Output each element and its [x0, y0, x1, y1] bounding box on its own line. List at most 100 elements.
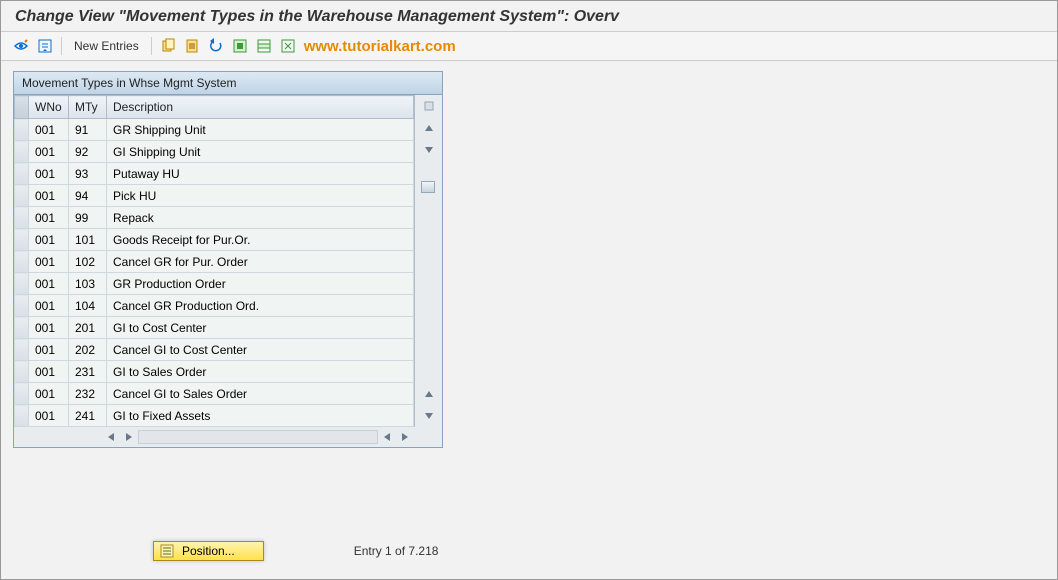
row-selector[interactable] — [15, 317, 29, 339]
cell-desc[interactable]: GI to Sales Order — [107, 361, 414, 383]
scroll-left-icon[interactable] — [102, 428, 120, 446]
vertical-scrollbar[interactable] — [414, 95, 442, 427]
cell-desc[interactable]: GI to Cost Center — [107, 317, 414, 339]
cell-wno[interactable]: 001 — [29, 383, 69, 405]
table-row[interactable]: 001103GR Production Order — [15, 273, 414, 295]
toggle-display-icon[interactable] — [11, 37, 31, 55]
column-description[interactable]: Description — [107, 96, 414, 119]
table-row[interactable]: 001102Cancel GR for Pur. Order — [15, 251, 414, 273]
cell-mty[interactable]: 232 — [69, 383, 107, 405]
scroll-down-step-icon[interactable] — [415, 405, 443, 427]
row-selector[interactable] — [15, 119, 29, 141]
cell-desc[interactable]: Repack — [107, 207, 414, 229]
cell-mty[interactable]: 101 — [69, 229, 107, 251]
copy-as-icon[interactable] — [158, 37, 178, 55]
movement-types-panel: Movement Types in Whse Mgmt System WNo M… — [13, 71, 443, 448]
cell-desc[interactable]: Cancel GR for Pur. Order — [107, 251, 414, 273]
cell-mty[interactable]: 93 — [69, 163, 107, 185]
delete-icon[interactable] — [182, 37, 202, 55]
row-selector[interactable] — [15, 295, 29, 317]
row-selector[interactable] — [15, 207, 29, 229]
cell-desc[interactable]: Putaway HU — [107, 163, 414, 185]
table-row[interactable]: 00191GR Shipping Unit — [15, 119, 414, 141]
table-row[interactable]: 001241GI to Fixed Assets — [15, 405, 414, 427]
scroll-up-step-icon[interactable] — [415, 383, 443, 405]
undo-change-icon[interactable] — [206, 37, 226, 55]
table-row[interactable]: 001232Cancel GI to Sales Order — [15, 383, 414, 405]
row-selector[interactable] — [15, 405, 29, 427]
cell-mty[interactable]: 202 — [69, 339, 107, 361]
cell-mty[interactable]: 201 — [69, 317, 107, 339]
cell-wno[interactable]: 001 — [29, 251, 69, 273]
row-selector[interactable] — [15, 141, 29, 163]
cell-mty[interactable]: 102 — [69, 251, 107, 273]
cell-wno[interactable]: 001 — [29, 405, 69, 427]
cell-mty[interactable]: 231 — [69, 361, 107, 383]
cell-wno[interactable]: 001 — [29, 339, 69, 361]
scroll-left-step-icon[interactable] — [378, 428, 396, 446]
cell-wno[interactable]: 001 — [29, 361, 69, 383]
table-row[interactable]: 00194Pick HU — [15, 185, 414, 207]
row-selector[interactable] — [15, 339, 29, 361]
cell-wno[interactable]: 001 — [29, 163, 69, 185]
row-selector[interactable] — [15, 185, 29, 207]
scroll-thumb[interactable] — [421, 181, 435, 193]
cell-desc[interactable]: Goods Receipt for Pur.Or. — [107, 229, 414, 251]
horizontal-scrollbar[interactable] — [14, 427, 442, 447]
scroll-right-icon[interactable] — [120, 428, 138, 446]
table-row[interactable]: 001202Cancel GI to Cost Center — [15, 339, 414, 361]
cell-wno[interactable]: 001 — [29, 273, 69, 295]
select-all-icon[interactable] — [230, 37, 250, 55]
position-button[interactable]: Position... — [153, 541, 264, 561]
cell-desc[interactable]: Cancel GI to Cost Center — [107, 339, 414, 361]
column-mty[interactable]: MTy — [69, 96, 107, 119]
select-block-icon[interactable] — [254, 37, 274, 55]
column-select[interactable] — [15, 96, 29, 119]
table-row[interactable]: 001201GI to Cost Center — [15, 317, 414, 339]
cell-wno[interactable]: 001 — [29, 185, 69, 207]
cell-desc[interactable]: Cancel GR Production Ord. — [107, 295, 414, 317]
column-wno[interactable]: WNo — [29, 96, 69, 119]
cell-wno[interactable]: 001 — [29, 141, 69, 163]
deselect-all-icon[interactable] — [278, 37, 298, 55]
cell-desc[interactable]: GR Production Order — [107, 273, 414, 295]
cell-wno[interactable]: 001 — [29, 317, 69, 339]
cell-desc[interactable]: GI Shipping Unit — [107, 141, 414, 163]
scroll-up-icon[interactable] — [415, 117, 443, 139]
table-row[interactable]: 001101Goods Receipt for Pur.Or. — [15, 229, 414, 251]
cell-mty[interactable]: 99 — [69, 207, 107, 229]
cell-wno[interactable]: 001 — [29, 119, 69, 141]
new-entries-button[interactable]: New Entries — [68, 39, 145, 53]
cell-desc[interactable]: GI to Fixed Assets — [107, 405, 414, 427]
cell-wno[interactable]: 001 — [29, 295, 69, 317]
cell-desc[interactable]: GR Shipping Unit — [107, 119, 414, 141]
cell-wno[interactable]: 001 — [29, 229, 69, 251]
table-row[interactable]: 00193Putaway HU — [15, 163, 414, 185]
cell-mty[interactable]: 91 — [69, 119, 107, 141]
row-selector[interactable] — [15, 273, 29, 295]
row-selector[interactable] — [15, 163, 29, 185]
cell-desc[interactable]: Cancel GI to Sales Order — [107, 383, 414, 405]
cell-mty[interactable]: 94 — [69, 185, 107, 207]
scroll-down-icon[interactable] — [415, 139, 443, 161]
table-row[interactable]: 00199Repack — [15, 207, 414, 229]
cell-mty[interactable]: 92 — [69, 141, 107, 163]
cell-mty[interactable]: 104 — [69, 295, 107, 317]
row-selector[interactable] — [15, 251, 29, 273]
scroll-top-icon[interactable] — [415, 95, 443, 117]
row-selector[interactable] — [15, 361, 29, 383]
hscroll-track[interactable] — [138, 430, 378, 444]
cell-desc[interactable]: Pick HU — [107, 185, 414, 207]
scroll-track[interactable] — [415, 161, 442, 383]
row-selector[interactable] — [15, 229, 29, 251]
cell-mty[interactable]: 103 — [69, 273, 107, 295]
table-body: 00191GR Shipping Unit 00192GI Shipping U… — [15, 119, 414, 427]
table-row[interactable]: 001104Cancel GR Production Ord. — [15, 295, 414, 317]
scroll-right-step-icon[interactable] — [396, 428, 414, 446]
expand-icon[interactable] — [35, 37, 55, 55]
cell-mty[interactable]: 241 — [69, 405, 107, 427]
table-row[interactable]: 00192GI Shipping Unit — [15, 141, 414, 163]
row-selector[interactable] — [15, 383, 29, 405]
cell-wno[interactable]: 001 — [29, 207, 69, 229]
table-row[interactable]: 001231GI to Sales Order — [15, 361, 414, 383]
